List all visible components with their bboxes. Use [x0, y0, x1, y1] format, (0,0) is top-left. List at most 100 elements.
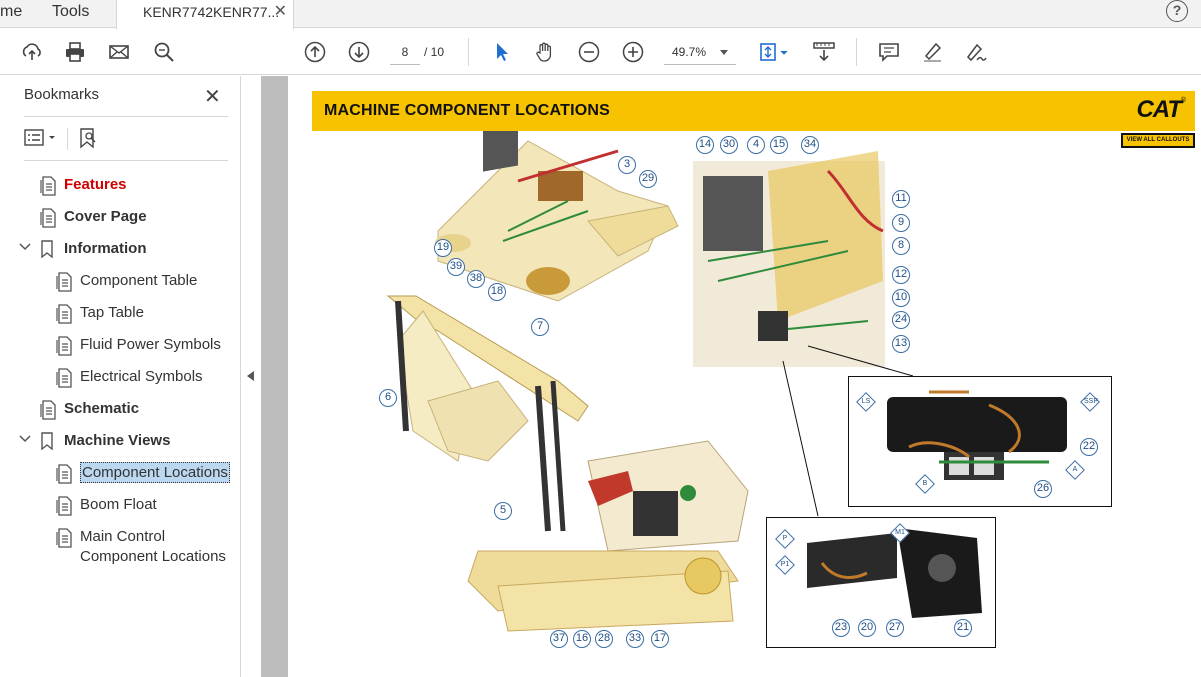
previous-page-icon[interactable] — [303, 40, 327, 64]
highlight-icon[interactable] — [920, 40, 944, 64]
callout-marker[interactable]: 37 — [550, 630, 568, 648]
callout-marker[interactable]: 16 — [573, 630, 591, 648]
callout-marker[interactable]: 34 — [801, 136, 819, 154]
chevron-down-icon — [720, 50, 728, 55]
toolbar: 8 / 10 49.7% — [0, 29, 1201, 75]
collapse-panel-icon[interactable] — [247, 371, 254, 381]
bookmark-item[interactable]: Electrical Symbols — [80, 368, 203, 385]
page-header: MACHINE COMPONENT LOCATIONS CAT ® — [312, 91, 1195, 131]
callout-marker[interactable]: 5 — [494, 502, 512, 520]
zoom-out-icon[interactable] — [577, 40, 601, 64]
chevron-down-icon[interactable] — [19, 241, 31, 256]
callout-marker[interactable]: 13 — [892, 335, 910, 353]
callout-marker[interactable]: 8 — [892, 237, 910, 255]
callout-marker[interactable]: 21 — [954, 619, 972, 637]
callout-marker[interactable]: 3 — [618, 156, 636, 174]
bookmark-item[interactable]: Component Locations — [80, 462, 230, 483]
callout-marker[interactable]: 4 — [747, 136, 765, 154]
document-icon — [56, 464, 74, 489]
tab-document[interactable]: KENR7742KENR77... ✕ — [116, 0, 294, 29]
zoom-in-icon[interactable] — [621, 40, 645, 64]
close-icon[interactable]: ✕ — [274, 0, 287, 24]
toolbar-divider — [468, 38, 469, 66]
print-icon[interactable] — [63, 40, 87, 64]
page-number-input[interactable]: 8 — [390, 39, 420, 65]
callout-marker[interactable]: 23 — [832, 619, 850, 637]
bookmark-item[interactable]: Schematic — [64, 400, 139, 417]
callout-marker[interactable]: 15 — [770, 136, 788, 154]
callout-marker[interactable]: 6 — [379, 389, 397, 407]
callout-marker[interactable]: 17 — [651, 630, 669, 648]
callout-marker[interactable]: 24 — [892, 311, 910, 329]
callout-marker[interactable]: 29 — [639, 170, 657, 188]
document-icon — [56, 368, 74, 393]
bookmark-item[interactable]: Fluid Power Symbols — [80, 336, 221, 353]
callout-marker[interactable]: 12 — [892, 266, 910, 284]
zoom-level-value: 49.7% — [672, 45, 707, 59]
callout-marker[interactable]: 27 — [886, 619, 904, 637]
chevron-down-icon[interactable] — [19, 433, 31, 448]
panel-title: Bookmarks — [24, 86, 100, 103]
sign-icon[interactable] — [964, 40, 988, 64]
scroll-mode-icon[interactable] — [812, 40, 836, 64]
divider — [67, 128, 68, 150]
callout-marker[interactable]: 19 — [434, 239, 452, 257]
document-icon — [56, 336, 74, 361]
callout-marker[interactable]: 22 — [1080, 438, 1098, 456]
document-icon — [56, 304, 74, 329]
callout-marker[interactable]: 11 — [892, 190, 910, 208]
bookmark-icon — [40, 240, 54, 263]
document-icon — [40, 400, 58, 425]
page-title: MACHINE COMPONENT LOCATIONS — [324, 102, 610, 119]
divider — [24, 160, 228, 161]
callout-marker[interactable]: 7 — [531, 318, 549, 336]
callout-marker[interactable]: 30 — [720, 136, 738, 154]
bookmark-item[interactable]: Information — [64, 240, 147, 257]
bookmark-item[interactable]: Cover Page — [64, 208, 147, 225]
bookmark-item[interactable]: Features — [64, 176, 127, 193]
document-icon — [40, 208, 58, 233]
page-total: / 10 — [424, 45, 445, 59]
bookmark-item[interactable]: Component Table — [80, 272, 197, 289]
fit-page-icon[interactable] — [756, 40, 790, 64]
valve-area-image — [693, 151, 885, 367]
select-cursor-icon[interactable] — [490, 40, 514, 64]
close-icon[interactable]: ✕ — [204, 84, 221, 109]
callout-marker[interactable]: 18 — [488, 283, 506, 301]
add-bookmark-icon[interactable] — [77, 127, 99, 154]
callout-marker[interactable]: 9 — [892, 214, 910, 232]
tab-home[interactable]: me — [0, 0, 22, 28]
hand-tool-icon[interactable] — [533, 40, 557, 64]
bookmark-icon — [40, 432, 54, 455]
comment-icon[interactable] — [877, 40, 901, 64]
callout-marker[interactable]: 20 — [858, 619, 876, 637]
zoom-level-dropdown[interactable]: 49.7% — [664, 39, 736, 65]
bookmark-item[interactable]: Boom Float — [80, 496, 157, 513]
next-page-icon[interactable] — [347, 40, 371, 64]
search-icon[interactable] — [152, 40, 176, 64]
divider — [24, 116, 228, 117]
bookmark-item[interactable]: Main Control — [80, 528, 165, 545]
bookmark-item-label-line2[interactable]: Component Locations — [80, 548, 226, 565]
registered-mark: ® — [1180, 97, 1186, 104]
callout-marker[interactable]: 10 — [892, 289, 910, 307]
tab-tools[interactable]: Tools — [52, 0, 89, 28]
upload-icon[interactable] — [20, 40, 44, 64]
document-icon — [56, 496, 74, 521]
email-icon[interactable] — [107, 40, 131, 64]
bookmark-item[interactable]: Machine Views — [64, 432, 170, 449]
help-icon[interactable]: ? — [1166, 0, 1188, 22]
callout-marker[interactable]: 38 — [467, 270, 485, 288]
bookmark-item[interactable]: Tap Table — [80, 304, 144, 321]
pump-inset — [848, 376, 1112, 507]
cat-logo: CAT — [1136, 96, 1182, 123]
toolbar-divider — [856, 38, 857, 66]
options-menu-icon[interactable] — [24, 127, 60, 154]
callout-marker[interactable]: 39 — [447, 258, 465, 276]
callout-marker[interactable]: 28 — [595, 630, 613, 648]
callout-marker[interactable]: 14 — [696, 136, 714, 154]
document-icon — [56, 272, 74, 297]
callout-marker[interactable]: 33 — [626, 630, 644, 648]
callout-marker[interactable]: 26 — [1034, 480, 1052, 498]
tab-document-label: KENR7742KENR77... — [143, 4, 280, 20]
